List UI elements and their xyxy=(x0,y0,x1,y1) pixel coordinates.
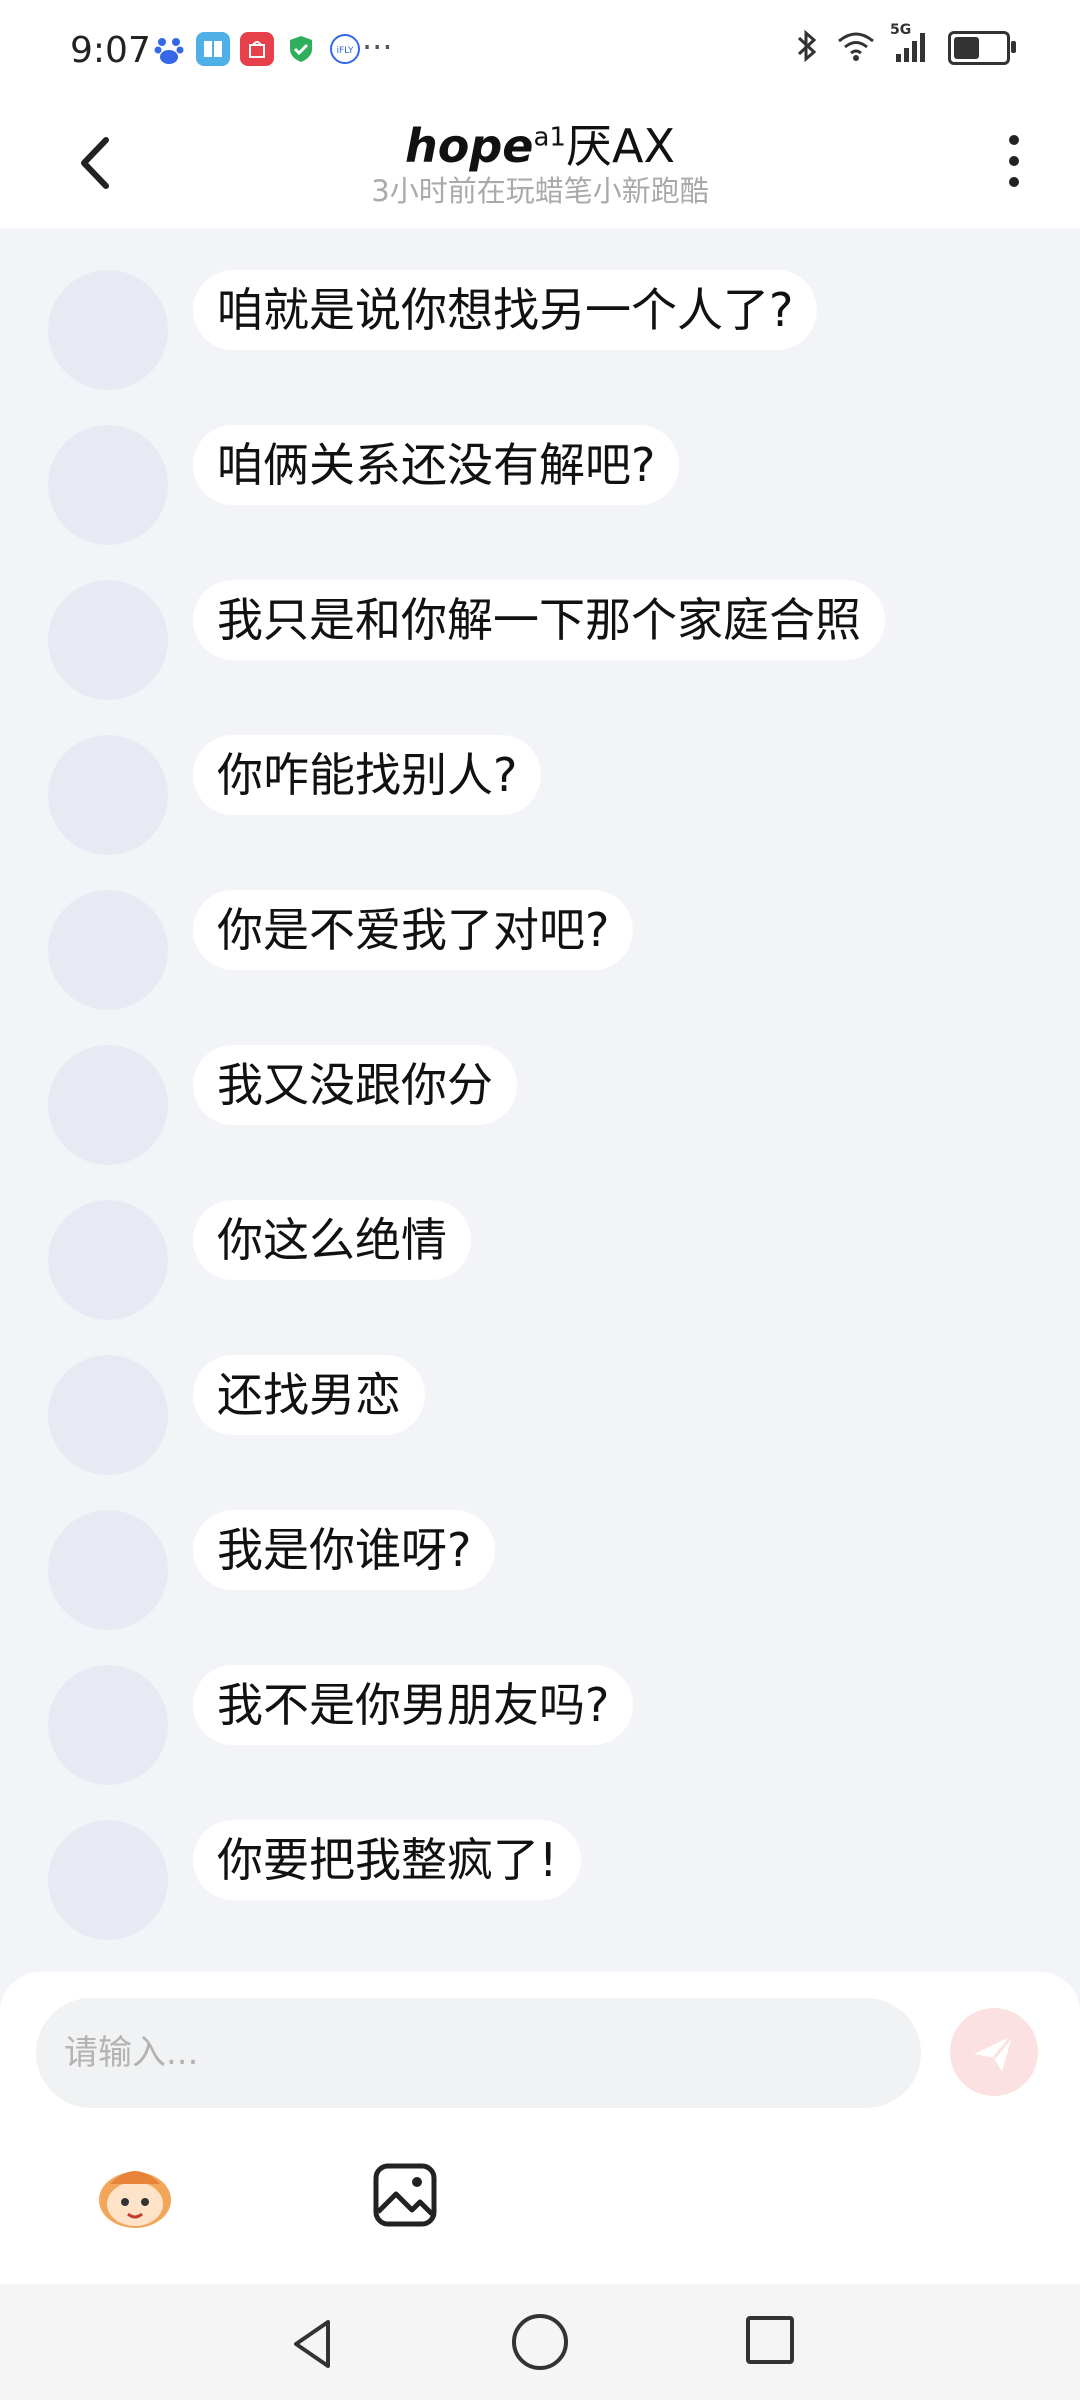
security-icon xyxy=(284,32,318,66)
nav-home-button[interactable] xyxy=(512,2314,568,2370)
more-vertical-icon xyxy=(1009,135,1019,187)
message-bubble[interactable]: 我是你谁呀? xyxy=(193,1510,496,1590)
contact-name-main: hope xyxy=(405,119,534,173)
avatar[interactable] xyxy=(48,425,168,545)
avatar[interactable] xyxy=(48,1820,168,1940)
message-row: 你这么绝情 xyxy=(48,1200,1048,1320)
message-row: 我不是你男朋友吗? xyxy=(48,1665,1048,1785)
status-icons-right: 5G xyxy=(794,22,1016,68)
composer xyxy=(0,1972,1080,2284)
chat-header: hopea1厌AX 3小时前在玩蜡笔小新跑酷 xyxy=(0,100,1080,228)
status-icons-left: iFLY xyxy=(152,32,362,66)
image-icon xyxy=(373,2163,437,2227)
contact-name: hopea1厌AX xyxy=(0,110,1080,176)
sticker-button[interactable] xyxy=(90,2154,180,2234)
message-bubble[interactable]: 还找男恋 xyxy=(193,1355,425,1435)
message-row: 咱俩关系还没有解吧? xyxy=(48,425,1048,545)
message-row: 我是你谁呀? xyxy=(48,1510,1048,1630)
contact-name-suffix: 厌AX xyxy=(565,119,675,173)
avatar[interactable] xyxy=(48,1045,168,1165)
more-notifications-icon: ··· xyxy=(362,28,393,66)
more-options-button[interactable] xyxy=(994,126,1034,196)
status-bar: 9:07 iFLY ··· 5G xyxy=(0,0,1080,100)
baidu-icon xyxy=(152,32,186,66)
message-bubble[interactable]: 我不是你男朋友吗? xyxy=(193,1665,634,1745)
status-time: 9:07 xyxy=(70,30,151,71)
contact-name-sup: a1 xyxy=(533,122,566,153)
message-row: 咱就是说你想找另一个人了? xyxy=(48,270,1048,390)
signal-icon: 5G xyxy=(890,22,932,68)
message-row: 你咋能找别人? xyxy=(48,735,1048,855)
avatar[interactable] xyxy=(48,890,168,1010)
avatar[interactable] xyxy=(48,270,168,390)
contact-status: 3小时前在玩蜡笔小新跑酷 xyxy=(371,174,709,208)
message-bubble[interactable]: 你是不爱我了对吧? xyxy=(193,890,634,970)
avatar[interactable] xyxy=(48,1355,168,1475)
nav-back-button[interactable] xyxy=(284,2314,344,2374)
message-row: 还找男恋 xyxy=(48,1355,1048,1475)
message-bubble[interactable]: 咱就是说你想找另一个人了? xyxy=(193,270,818,350)
bluetooth-icon xyxy=(794,28,820,68)
wifi-icon xyxy=(836,30,876,66)
book-app-icon xyxy=(196,32,230,66)
message-bubble[interactable]: 你要把我整疯了! xyxy=(193,1820,582,1900)
message-bubble[interactable]: 我只是和你解一下那个家庭合照 xyxy=(193,580,885,660)
image-button[interactable] xyxy=(370,2160,440,2230)
message-row: 你要把我整疯了! xyxy=(48,1820,1048,1940)
battery-icon xyxy=(948,31,1016,65)
message-row: 我只是和你解一下那个家庭合照 xyxy=(48,580,1048,700)
network-type: 5G xyxy=(890,22,912,38)
battery-level xyxy=(954,37,979,59)
message-bubble[interactable]: 你咋能找别人? xyxy=(193,735,542,815)
avatar[interactable] xyxy=(48,1510,168,1630)
triangle-back-icon xyxy=(294,2320,330,2368)
system-navigation-bar xyxy=(0,2284,1080,2400)
svg-text:iFLY: iFLY xyxy=(337,46,354,56)
avatar[interactable] xyxy=(48,1200,168,1320)
nav-recents-button[interactable] xyxy=(746,2316,794,2364)
huawei-store-icon xyxy=(240,32,274,66)
message-bubble[interactable]: 你这么绝情 xyxy=(193,1200,471,1280)
crayon-shinchan-sticker-icon xyxy=(99,2171,171,2228)
message-row: 我又没跟你分 xyxy=(48,1045,1048,1165)
send-button[interactable] xyxy=(950,2008,1038,2096)
message-row: 你是不爱我了对吧? xyxy=(48,890,1048,1010)
avatar[interactable] xyxy=(48,1665,168,1785)
message-bubble[interactable]: 咱俩关系还没有解吧? xyxy=(193,425,680,505)
message-bubble[interactable]: 我又没跟你分 xyxy=(193,1045,517,1125)
avatar[interactable] xyxy=(48,580,168,700)
send-icon xyxy=(974,2035,1014,2072)
message-list[interactable]: 咱就是说你想找另一个人了? 咱俩关系还没有解吧? 我只是和你解一下那个家庭合照 … xyxy=(0,228,1080,1976)
avatar[interactable] xyxy=(48,735,168,855)
ifly-icon: iFLY xyxy=(328,32,362,66)
message-input[interactable] xyxy=(36,1998,921,2108)
